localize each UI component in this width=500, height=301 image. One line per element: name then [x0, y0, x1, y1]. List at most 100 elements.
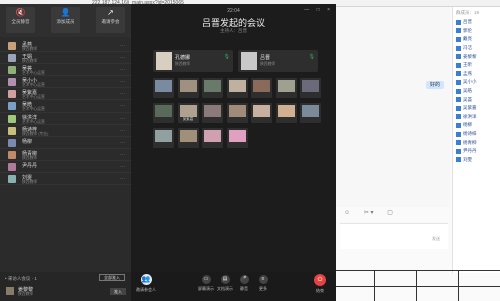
more-icon[interactable]: ···: [120, 164, 125, 170]
video-tile[interactable]: [300, 78, 321, 98]
avatar: [8, 138, 16, 147]
more-icon[interactable]: ···: [120, 79, 125, 85]
avatar: [456, 62, 461, 68]
more-icon[interactable]: ···: [120, 103, 125, 109]
member-item[interactable]: 吴紫嘉: [453, 104, 500, 113]
add-member-button[interactable]: 👤 添加成员: [51, 7, 80, 33]
avatar: [456, 157, 461, 163]
member-item[interactable]: 冯洁: [453, 44, 500, 53]
member-item[interactable]: 杨青柳: [453, 138, 500, 147]
emoji-icon[interactable]: ☺: [344, 210, 350, 216]
participant-row[interactable]: 吴小小 艺术中心运营 ···: [0, 76, 131, 89]
avatar: [456, 105, 461, 111]
video-tile[interactable]: [251, 103, 272, 123]
member-item[interactable]: 尹丹丹: [453, 147, 500, 156]
video-thumbnail: [253, 105, 270, 117]
member-item[interactable]: 吴荟: [453, 95, 500, 104]
video-tile[interactable]: [153, 128, 174, 148]
more-icon[interactable]: ···: [120, 91, 125, 97]
video-tile[interactable]: [153, 103, 174, 123]
more-button[interactable]: ≡ 更多: [254, 275, 272, 292]
video-tile[interactable]: 吴紫嘉: [177, 103, 199, 123]
participant-row[interactable]: 杨柳 ···: [0, 137, 131, 149]
participant-row[interactable]: 杨青柳 陕西教师 ···: [0, 149, 131, 161]
member-item[interactable]: 杨柳: [453, 121, 500, 130]
avatar: [8, 175, 16, 184]
video-thumbnail: [179, 105, 197, 117]
more-icon[interactable]: ···: [120, 140, 125, 146]
participant-row[interactable]: 尹丹丹 ···: [0, 161, 131, 174]
video-thumbnail: [204, 105, 221, 117]
speaker-name: 孔德娜: [175, 55, 191, 61]
video-tile[interactable]: [177, 128, 199, 148]
participant-row[interactable]: 吴荟 艺术中心运营 ···: [0, 64, 131, 77]
participant-row[interactable]: 刘雯 陕西教师 ···: [0, 173, 131, 186]
member-item[interactable]: 徐洪洋: [453, 113, 500, 122]
video-tile[interactable]: [226, 78, 248, 98]
member-item[interactable]: 吴皓: [453, 87, 500, 96]
member-item[interactable]: 姜黎黎: [453, 52, 500, 61]
member-item[interactable]: 郭伦: [453, 27, 500, 36]
mute-all-button[interactable]: 🔇 全员静音: [6, 7, 35, 33]
more-icon[interactable]: ···: [120, 116, 125, 122]
member-item[interactable]: 吴小小: [453, 78, 500, 87]
end-meeting-button[interactable]: ⏻ 结束: [312, 274, 328, 294]
avatar: [8, 114, 16, 123]
participant-row[interactable]: 王娟 陕西教师 ···: [0, 52, 131, 65]
video-tile[interactable]: [202, 128, 223, 148]
member-item[interactable]: 戴亮: [453, 35, 500, 44]
member-item[interactable]: 吕晋: [453, 18, 500, 27]
admit-all-button[interactable]: 全部准入: [99, 274, 125, 281]
more-icon[interactable]: ···: [120, 55, 125, 61]
screen-share-button[interactable]: ▭ 屏幕演示: [197, 275, 215, 292]
folder-icon[interactable]: ▢: [387, 210, 393, 216]
avatar: [456, 54, 461, 60]
more-icon[interactable]: ···: [120, 43, 125, 49]
participant-row[interactable]: 吴紫嘉 艺术中心运营 ···: [0, 88, 131, 101]
video-tile[interactable]: [275, 103, 297, 123]
video-tile[interactable]: [202, 103, 223, 123]
video-tile[interactable]: [275, 78, 297, 98]
video-tile[interactable]: [300, 103, 321, 123]
video-tile[interactable]: [251, 78, 272, 98]
video-thumbnail: [302, 80, 319, 92]
more-icon[interactable]: ···: [120, 152, 125, 158]
invite-button[interactable]: ↗ 邀请参会: [96, 7, 125, 33]
member-item[interactable]: 孟燕: [453, 70, 500, 79]
avatar: [8, 42, 16, 50]
window-controls[interactable]: — □ ×: [304, 7, 333, 13]
video-tile[interactable]: [153, 78, 174, 98]
video-thumbnail: [155, 130, 172, 142]
video-tile[interactable]: [202, 78, 223, 98]
video-thumbnail: [179, 130, 197, 142]
participant-row[interactable]: 吴皓 艺术中心运营 ···: [0, 100, 131, 113]
speaker-tile[interactable]: 吕晋 陕西教师 🎙: [238, 50, 318, 72]
send-hint[interactable]: 发送: [432, 236, 440, 242]
member-item[interactable]: 杨诗梓: [453, 130, 500, 139]
doc-share-button[interactable]: ▤ 文档演示: [216, 275, 234, 292]
chat-toolbar: ☺ ✂ ▾ ▢: [344, 209, 444, 223]
add-user-icon: 👤: [60, 8, 71, 17]
screenshot-icon[interactable]: ✂ ▾: [364, 210, 374, 216]
video-tile[interactable]: [226, 128, 248, 148]
video-tile[interactable]: [177, 78, 199, 98]
more-icon[interactable]: ···: [120, 128, 125, 134]
avatar: [456, 88, 461, 94]
participant-row[interactable]: 徐洪洋 艺术中心运营 ···: [0, 113, 131, 125]
participant-row[interactable]: 杨诗梓 陕西教师 (专业) ···: [0, 125, 131, 137]
video-thumbnail: [228, 130, 246, 142]
invite-participants-button[interactable]: 👥 邀请参会人: [134, 274, 158, 293]
people-icon: 👥: [140, 274, 152, 285]
participant-row[interactable]: 孟燕 陕西教师 ···: [0, 40, 131, 53]
more-icon[interactable]: ···: [120, 176, 125, 182]
video-thumbnail: [228, 80, 246, 92]
mute-button[interactable]: 🎤 静音: [235, 275, 253, 292]
avatar: [456, 148, 461, 154]
member-item[interactable]: 刘雯: [453, 156, 500, 165]
speaker-tile[interactable]: 孔德娜 陕西教师 🎙: [153, 50, 233, 72]
video-tile[interactable]: [226, 103, 248, 123]
member-item[interactable]: 王昕: [453, 61, 500, 70]
more-icon[interactable]: ···: [120, 67, 125, 73]
avatar: [456, 45, 461, 51]
admit-button[interactable]: 准入: [110, 288, 126, 295]
